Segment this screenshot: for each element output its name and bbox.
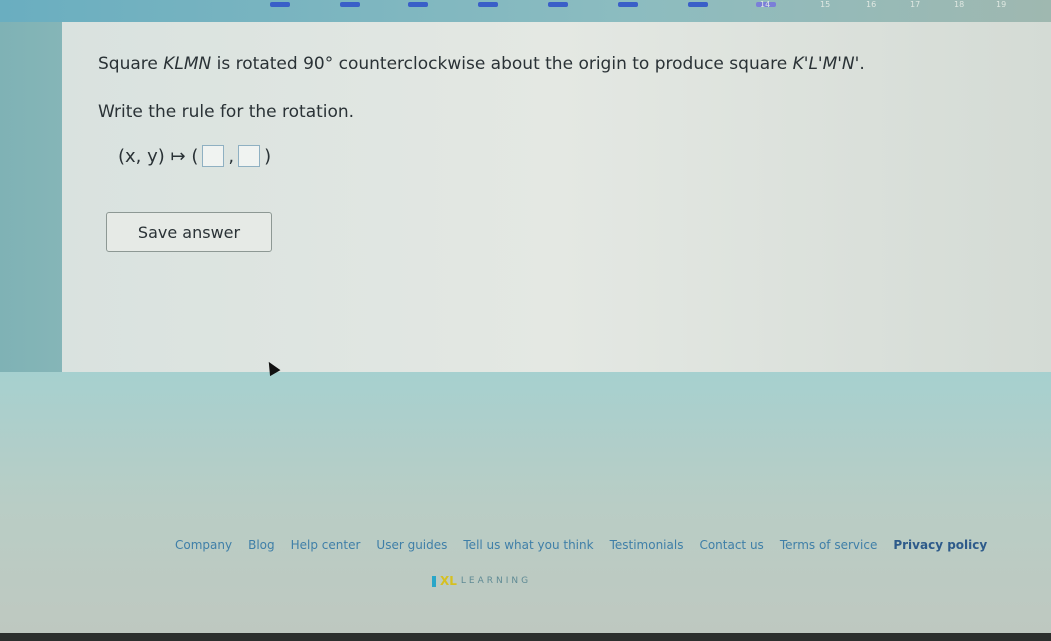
rule-lhs: (x, y) ↦ ( — [118, 145, 199, 167]
progress-number: 18 — [954, 0, 965, 9]
text: . — [859, 54, 865, 74]
progress-dash — [408, 2, 428, 7]
footer-links: Company Blog Help center User guides Tel… — [175, 538, 987, 552]
progress-number: 17 — [910, 0, 921, 9]
save-answer-button[interactable]: Save answer — [106, 212, 272, 252]
footer-link-feedback[interactable]: Tell us what you think — [463, 538, 593, 552]
text: is rotated — [211, 54, 304, 74]
rule-comma: , — [228, 145, 235, 167]
ixl-logo: XL LEARNING — [432, 574, 531, 588]
logo-bar — [432, 575, 436, 587]
question-card — [62, 22, 1051, 372]
footer-link-terms[interactable]: Terms of service — [780, 538, 878, 552]
progress-dash — [548, 2, 568, 7]
rule-close: ) — [264, 145, 272, 167]
logo-text: LEARNING — [460, 576, 532, 586]
progress-number: 19 — [996, 0, 1007, 9]
figure-name: KLMN — [163, 54, 212, 74]
rotation-rule: (x, y) ↦ ( , ) — [118, 145, 271, 167]
progress-dash — [478, 2, 498, 7]
page-footer-area — [0, 372, 1051, 641]
text: counterclockwise about the origin to pro… — [333, 54, 793, 74]
text: Square — [98, 54, 164, 74]
progress-number: 14 — [760, 0, 771, 9]
question-text: Square KLMN is rotated 90° counterclockw… — [98, 54, 865, 74]
footer-link-privacy[interactable]: Privacy policy — [893, 538, 987, 552]
progress-strip: 14 15 16 17 18 19 — [0, 0, 1051, 22]
angle: 90° — [303, 54, 334, 74]
progress-dash — [618, 2, 638, 7]
progress-dash — [688, 2, 708, 7]
footer-link-user-guides[interactable]: User guides — [376, 538, 447, 552]
footer-link-contact[interactable]: Contact us — [699, 538, 763, 552]
instruction-text: Write the rule for the rotation. — [98, 102, 355, 122]
answer-x-input[interactable] — [202, 145, 225, 167]
answer-y-input[interactable] — [238, 145, 261, 167]
footer-link-testimonials[interactable]: Testimonials — [610, 538, 684, 552]
progress-dash — [270, 2, 290, 7]
footer-link-blog[interactable]: Blog — [248, 538, 275, 552]
footer-link-company[interactable]: Company — [175, 538, 232, 552]
footer-link-help-center[interactable]: Help center — [291, 538, 361, 552]
logo-mark: XL — [440, 574, 457, 588]
screen-bezel — [0, 633, 1051, 641]
progress-number: 15 — [820, 0, 831, 9]
progress-dash — [340, 2, 360, 7]
progress-number: 16 — [866, 0, 877, 9]
image-figure-name: K'L'M'N' — [792, 54, 860, 74]
